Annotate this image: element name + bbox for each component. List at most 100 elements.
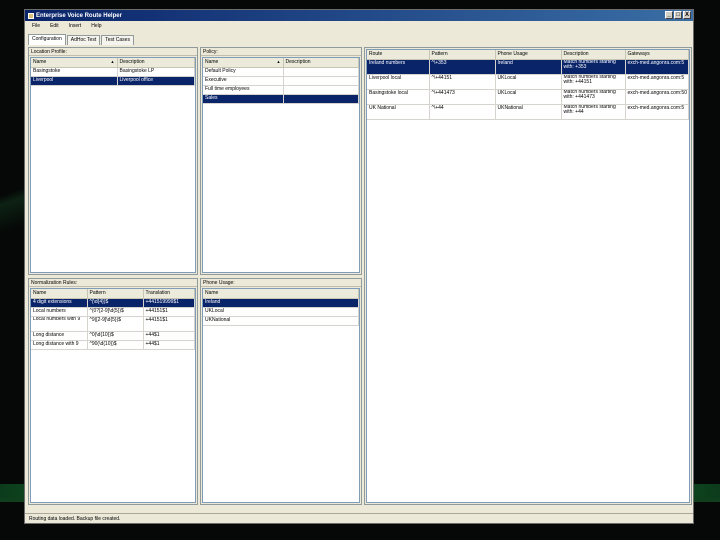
column-header-description[interactable]: Description xyxy=(561,50,626,60)
cell-description: Liverpool office xyxy=(117,76,195,86)
table-row[interactable]: UKNational xyxy=(203,316,359,326)
table-row[interactable]: Basingstoke Basingstoke LP xyxy=(31,67,195,77)
tab-configuration[interactable]: Configuration xyxy=(28,34,66,45)
location-profile-title: Location Profile: xyxy=(29,48,197,56)
cell-gateways: exch-med.angonra.com:50 xyxy=(625,89,689,105)
cell-description xyxy=(283,85,359,95)
cell-phone-usage: UKLocal xyxy=(495,89,562,105)
table-row[interactable]: Long distance ^0(\d{10})$ +44$1 xyxy=(31,331,195,341)
routes-panel: Route Pattern Phone Usage Description Ga… xyxy=(364,47,692,505)
cell-name: Default Policy xyxy=(203,67,284,77)
location-profile-grid[interactable]: Name ▲ Description Basingstoke Basingstok… xyxy=(30,57,196,273)
cell-name: Basingstoke xyxy=(31,67,118,77)
policy-grid[interactable]: Name ▲ Description Default Policy Executi… xyxy=(202,57,360,273)
table-row[interactable]: Local numbers with 9 ^9([2-9]\d{5})$ +44… xyxy=(31,316,195,332)
cell-name: Sales xyxy=(203,94,284,104)
cell-pattern: ^(\d{4})$ xyxy=(87,298,144,308)
app-icon xyxy=(28,12,34,19)
column-header-pattern[interactable]: Pattern xyxy=(87,289,144,299)
normalization-rules-grid[interactable]: Name Pattern Translation 4 digit extensi… xyxy=(30,288,196,503)
column-header-route[interactable]: Route xyxy=(367,50,430,60)
table-row[interactable]: Basingstoke local ^\+441473 UKLocal Matc… xyxy=(367,89,689,105)
cell-description: Match numbers starting with: +353 xyxy=(561,59,626,75)
cell-name: 4 digit extensions xyxy=(31,298,88,308)
cell-translation: +44$1 xyxy=(143,331,195,341)
column-header-name[interactable]: Name ▲ xyxy=(203,58,284,68)
column-header-name[interactable]: Name ▲ xyxy=(31,58,118,68)
tab-test-cases[interactable]: Test Cases xyxy=(101,35,134,45)
window-title: Enterprise Voice Route Helper xyxy=(36,12,122,19)
table-row[interactable]: Executive xyxy=(203,76,359,86)
cell-name: Long distance with 9 xyxy=(31,340,88,350)
window-controls: _ □ X xyxy=(665,11,691,19)
phone-usage-grid[interactable]: Name Ireland UKLocal UKNational xyxy=(202,288,360,503)
column-header-description[interactable]: Description xyxy=(117,58,195,68)
menu-file[interactable]: File xyxy=(32,23,40,29)
cell-translation: +44151$1 xyxy=(143,307,195,317)
cell-phone-usage: UKLocal xyxy=(495,74,562,90)
menu-bar: File Edit Insert Help xyxy=(25,21,693,30)
app-window: Enterprise Voice Route Helper _ □ X File… xyxy=(24,9,694,524)
cell-pattern: ^9([2-9]\d{5})$ xyxy=(87,316,144,332)
table-row-selected[interactable]: 4 digit extensions ^(\d{4})$ +441519999$… xyxy=(31,298,195,308)
cell-description xyxy=(283,94,359,104)
tab-adhoc-test[interactable]: AdHoc Test xyxy=(66,35,101,45)
phone-usage-panel: Phone Usage: Name Ireland UKLocal UKNati… xyxy=(200,278,362,505)
normalization-rules-panel: Normalization Rules: Name Pattern Transl… xyxy=(28,278,198,505)
menu-edit[interactable]: Edit xyxy=(50,23,59,29)
table-row-selected[interactable]: Liverpool Liverpool office xyxy=(31,76,195,86)
cell-pattern: ^\+44151 xyxy=(429,74,496,90)
cell-pattern: ^\+353 xyxy=(429,59,496,75)
column-header-phone-usage[interactable]: Phone Usage xyxy=(495,50,562,60)
column-header-description[interactable]: Description xyxy=(283,58,359,68)
policy-title: Policy: xyxy=(201,48,361,56)
table-row[interactable]: Default Policy xyxy=(203,67,359,77)
cell-name: Long distance xyxy=(31,331,88,341)
table-row[interactable]: UK National ^\+44 UKNational Match numbe… xyxy=(367,104,689,120)
table-row[interactable]: Long distance with 9 ^90(\d{10})$ +44$1 xyxy=(31,340,195,350)
cell-name: UKLocal xyxy=(203,307,359,317)
menu-insert[interactable]: Insert xyxy=(69,23,82,29)
cell-gateways: exch-med.angonra.com:5 xyxy=(625,74,689,90)
cell-name: UKNational xyxy=(203,316,359,326)
cell-route: Ireland numbers xyxy=(367,59,430,75)
table-row-selected[interactable]: Ireland xyxy=(203,298,359,308)
table-row[interactable]: Full time employees xyxy=(203,85,359,95)
table-row-selected[interactable]: Ireland numbers ^\+353 Ireland Match num… xyxy=(367,59,689,75)
cell-route: Liverpool local xyxy=(367,74,430,90)
cell-name: Full time employees xyxy=(203,85,284,95)
cell-pattern: ^90(\d{10})$ xyxy=(87,340,144,350)
cell-pattern: ^0(\d{10})$ xyxy=(87,331,144,341)
table-row[interactable]: Local numbers ^(0?[2-9]\d{5})$ +44151$1 xyxy=(31,307,195,317)
column-header-name[interactable]: Name xyxy=(203,289,359,299)
sort-arrow-icon: ▲ xyxy=(110,59,115,65)
cell-phone-usage: Ireland xyxy=(495,59,562,75)
table-row[interactable]: UKLocal xyxy=(203,307,359,317)
cell-pattern: ^(0?[2-9]\d{5})$ xyxy=(87,307,144,317)
table-row-selected[interactable]: Sales xyxy=(203,94,359,104)
cell-name: Executive xyxy=(203,76,284,86)
status-bar: Routing data loaded. Backup file created… xyxy=(25,513,693,523)
cell-route: UK National xyxy=(367,104,430,120)
menu-help[interactable]: Help xyxy=(91,23,101,29)
cell-name: Liverpool xyxy=(31,76,118,86)
sort-arrow-icon: ▲ xyxy=(276,59,281,65)
cell-name: Ireland xyxy=(203,298,359,308)
cell-name: Local numbers xyxy=(31,307,88,317)
close-button[interactable]: X xyxy=(683,11,691,19)
cell-pattern: ^\+441473 xyxy=(429,89,496,105)
cell-gateways: exch-med.angonra.com:5 xyxy=(625,59,689,75)
location-profile-panel: Location Profile: Name ▲ Description Basi… xyxy=(28,47,198,275)
title-bar: Enterprise Voice Route Helper _ □ X xyxy=(25,10,693,21)
column-header-pattern[interactable]: Pattern xyxy=(429,50,496,60)
minimize-button[interactable]: _ xyxy=(665,11,673,19)
normalization-rules-title: Normalization Rules: xyxy=(29,279,197,287)
cell-description xyxy=(283,67,359,77)
column-header-gateways[interactable]: Gateways xyxy=(625,50,689,60)
phone-usage-title: Phone Usage: xyxy=(201,279,361,287)
maximize-button[interactable]: □ xyxy=(674,11,682,19)
column-header-name[interactable]: Name xyxy=(31,289,88,299)
column-header-translation[interactable]: Translation xyxy=(143,289,195,299)
routes-grid[interactable]: Route Pattern Phone Usage Description Ga… xyxy=(366,49,690,503)
table-row[interactable]: Liverpool local ^\+44151 UKLocal Match n… xyxy=(367,74,689,90)
